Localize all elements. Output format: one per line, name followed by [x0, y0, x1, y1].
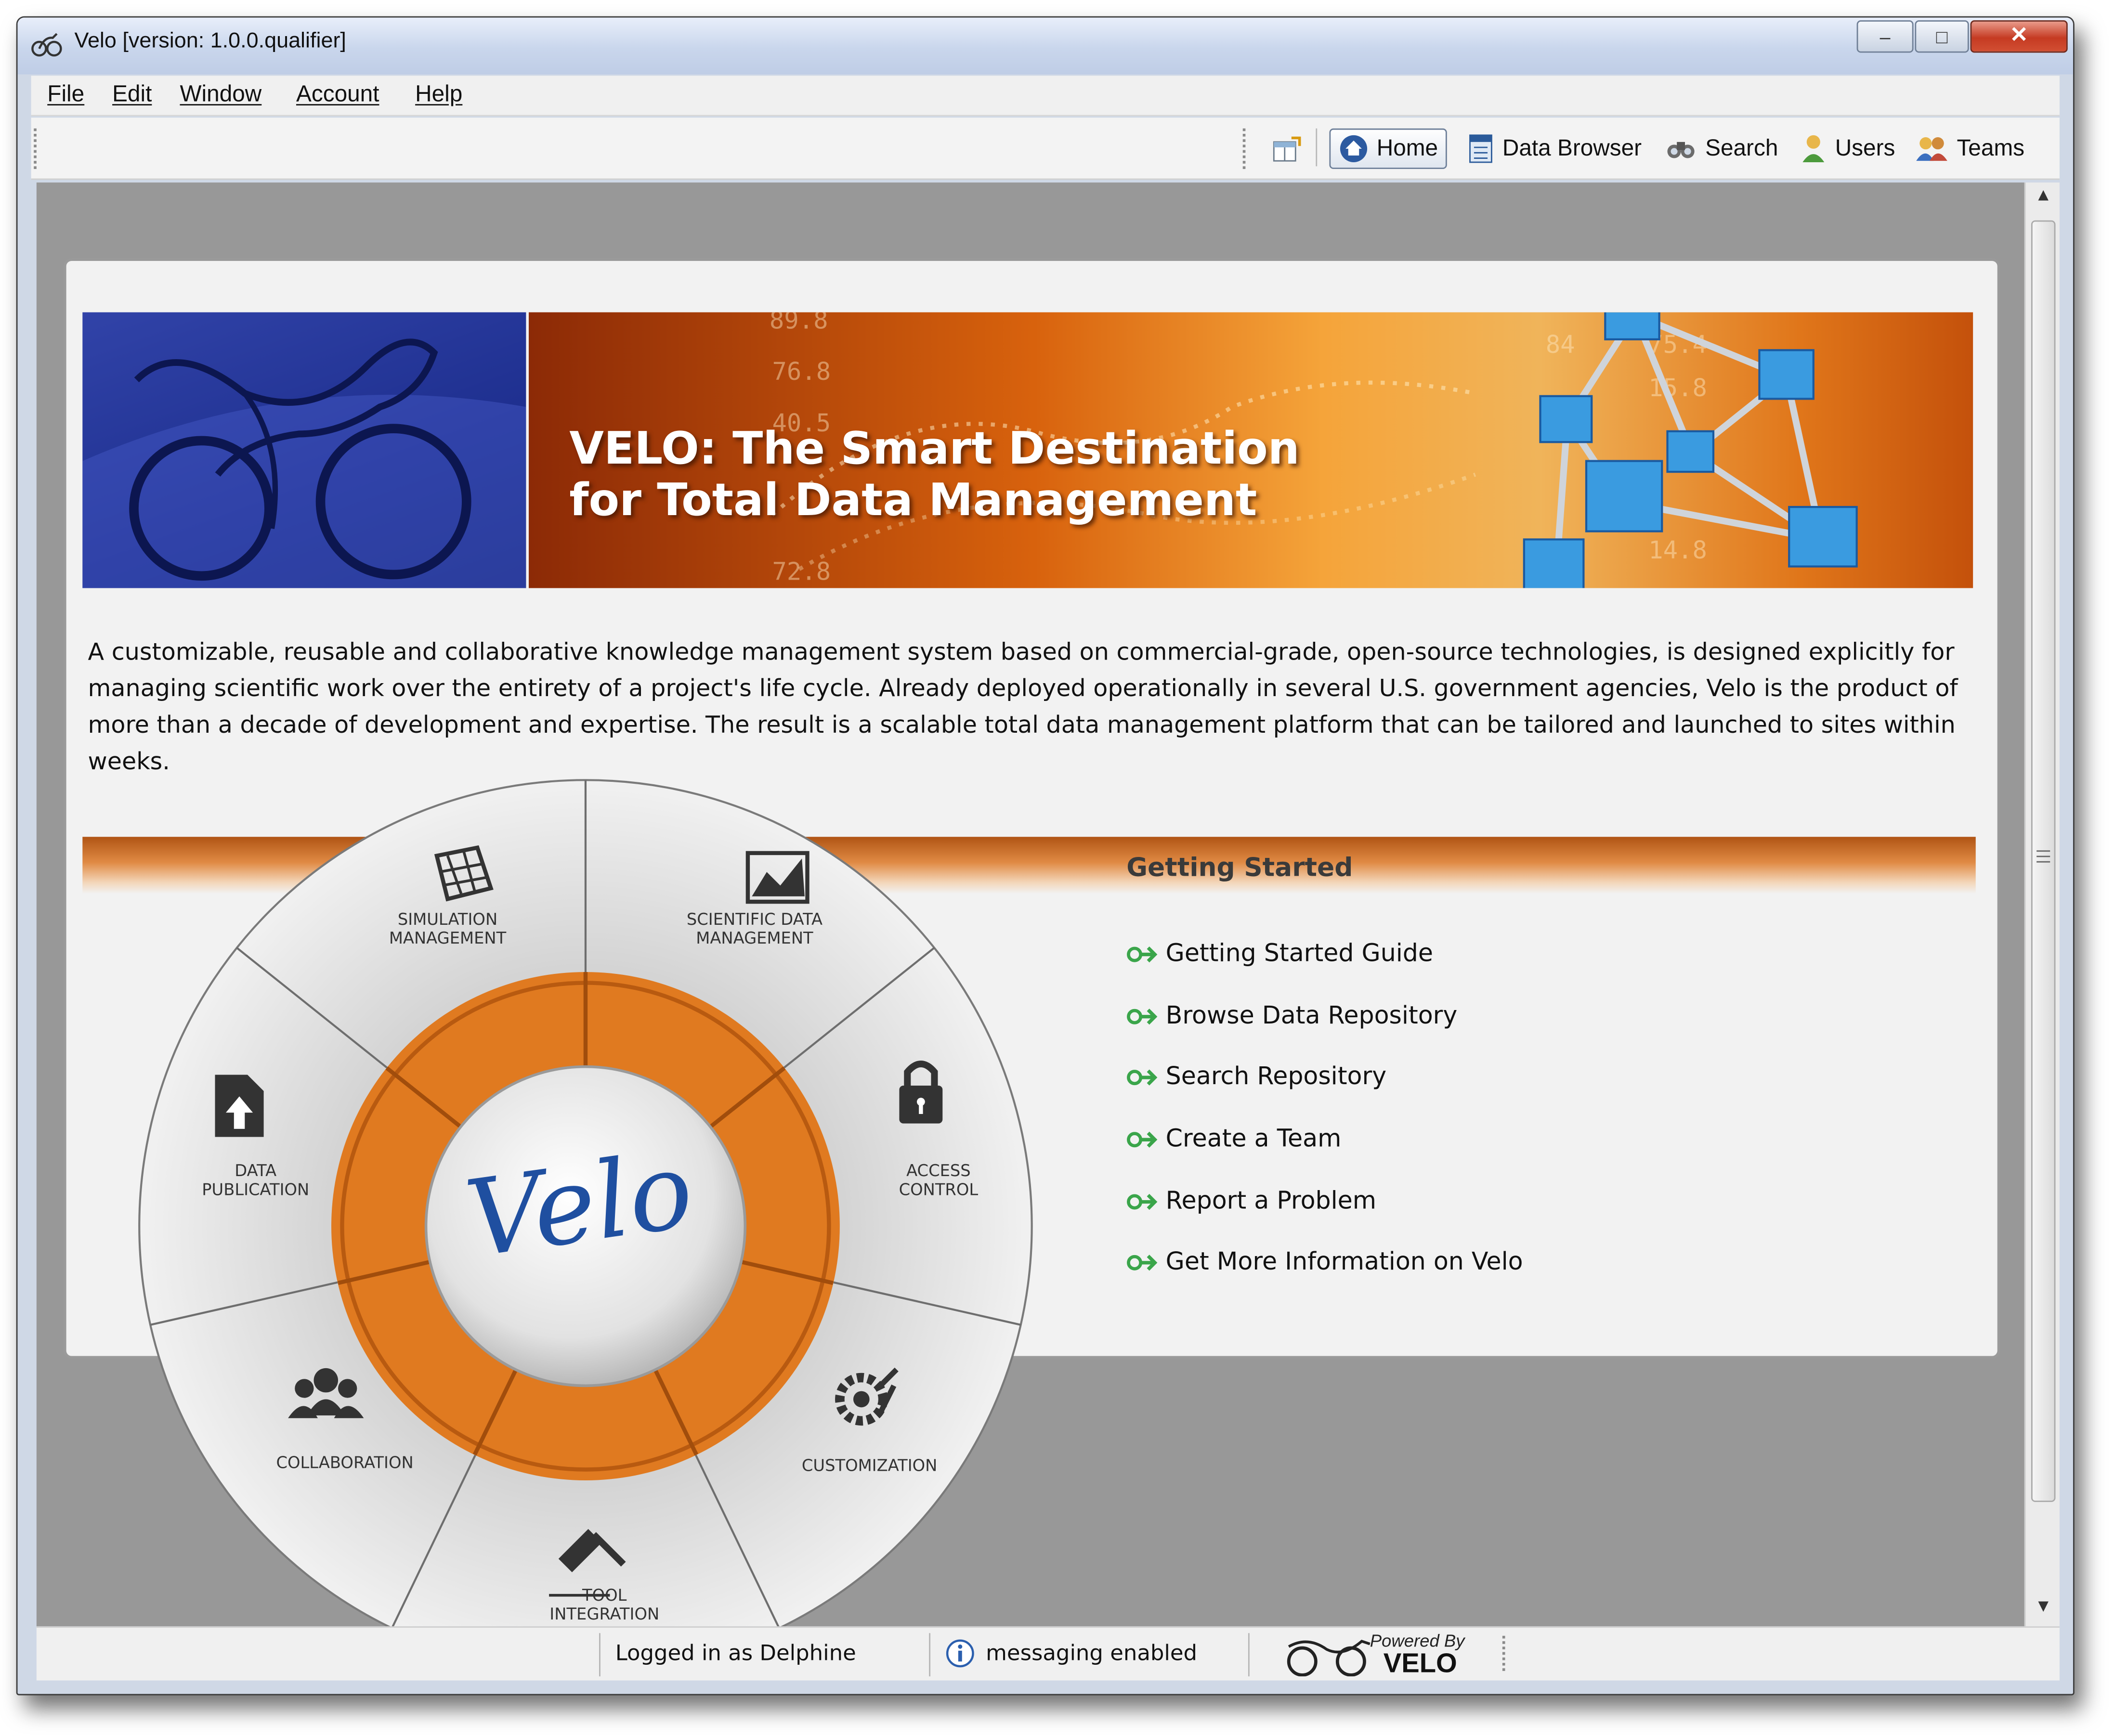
link-label: Report a Problem: [1165, 1187, 1376, 1216]
search-label: Search: [1705, 135, 1778, 161]
green-arrow-icon: [1127, 946, 1158, 962]
link-label: Create a Team: [1165, 1125, 1342, 1153]
menu-help[interactable]: Help: [415, 81, 462, 108]
segment-scientific-data-management[interactable]: SCIENTIFIC DATA MANAGEMENT: [687, 910, 822, 948]
status-grip[interactable]: [1502, 1635, 1506, 1671]
teams-button[interactable]: Teams: [1916, 129, 2024, 169]
data-browser-button[interactable]: Data Browser: [1467, 129, 1642, 169]
menu-account[interactable]: Account: [296, 81, 379, 108]
segment-label-line: COLLABORATION: [276, 1453, 414, 1473]
link-getting-started-guide[interactable]: Getting Started Guide: [1126, 940, 1433, 968]
segment-collaboration[interactable]: COLLABORATION: [276, 1453, 413, 1472]
team-icon: [1916, 137, 1947, 161]
home-view: 89.8 76.8 40.5 84 75.4 15.8 72.8 14.8 VE…: [36, 182, 2024, 1627]
status-separator: [929, 1633, 931, 1677]
search-button[interactable]: Search: [1665, 129, 1778, 169]
menu-bar: File Edit Window Account Help: [31, 76, 2060, 117]
green-arrow-icon: [1127, 1131, 1158, 1147]
feature-wheel: Velo SIMULATION MANAGEMENT SCIENTIFIC DA…: [137, 777, 1035, 1627]
link-create-a-team[interactable]: Create a Team: [1126, 1125, 1341, 1153]
users-button[interactable]: Users: [1800, 129, 1895, 169]
toolbar-grip-right[interactable]: [1242, 128, 1247, 169]
link-more-information[interactable]: Get More Information on Velo: [1126, 1248, 1523, 1276]
login-status: Logged in as Delphine: [615, 1640, 856, 1666]
home-label: Home: [1376, 135, 1438, 161]
status-separator: [599, 1633, 601, 1677]
minimize-button[interactable]: –: [1856, 20, 1914, 53]
link-label: Search Repository: [1165, 1062, 1387, 1091]
segment-label-line: INTEGRATION: [549, 1605, 660, 1624]
status-bar: Logged in as Delphine messaging enabled …: [36, 1626, 2060, 1681]
binoculars-icon: [1667, 142, 1695, 158]
segment-label-line: TOOL: [582, 1585, 627, 1605]
green-arrow-icon: [1127, 1254, 1158, 1270]
banner-graphic: 89.8 76.8 40.5 84 75.4 15.8 72.8 14.8 VE…: [528, 312, 1973, 588]
segment-label-line: ACCESS: [906, 1161, 971, 1180]
segment-label-line: PUBLICATION: [202, 1180, 310, 1199]
maximize-button[interactable]: □: [1915, 20, 1969, 53]
hero-banner: 89.8 76.8 40.5 84 75.4 15.8 72.8 14.8 VE…: [82, 312, 1973, 588]
segment-label-line: CONTROL: [899, 1180, 979, 1199]
velo-app-icon: [31, 33, 62, 57]
getting-started-title: Getting Started: [1126, 853, 1353, 883]
open-perspective-icon[interactable]: [1273, 136, 1303, 164]
segment-tool-integration[interactable]: TOOL INTEGRATION: [549, 1586, 659, 1624]
info-icon: [946, 1639, 974, 1668]
menu-window[interactable]: Window: [180, 81, 261, 108]
segment-label-line: DATA: [235, 1161, 277, 1180]
document-upload-icon: [215, 1075, 264, 1137]
link-label: Getting Started Guide: [1165, 939, 1433, 968]
green-arrow-icon: [1127, 1008, 1158, 1024]
data-browser-icon: [1469, 134, 1492, 163]
user-icon: [1802, 135, 1825, 162]
link-search-repository[interactable]: Search Repository: [1126, 1062, 1386, 1091]
powered-by-text: Powered By: [1370, 1630, 1465, 1651]
velo-cyclist-small-icon: [1287, 1639, 1371, 1677]
velo-cyclist-logo: [82, 312, 526, 588]
home-button[interactable]: Home: [1329, 128, 1448, 169]
menu-file[interactable]: File: [47, 81, 84, 108]
product-description: A customizable, reusable and collaborati…: [88, 639, 1958, 776]
powered-by-velo-logo: Powered By VELO: [1280, 1631, 1483, 1679]
status-separator: [1248, 1633, 1250, 1677]
segment-label-line: SIMULATION: [397, 909, 498, 929]
link-browse-data-repository[interactable]: Browse Data Repository: [1126, 1002, 1457, 1030]
segment-customization[interactable]: CUSTOMIZATION: [802, 1456, 938, 1475]
segment-label-line: MANAGEMENT: [696, 929, 813, 948]
toolbar: Home Data Browser Search Users Teams: [31, 117, 2060, 180]
window-title: Velo [version: 1.0.0.qualifier]: [74, 29, 346, 53]
powered-velo-text: VELO: [1383, 1649, 1457, 1679]
segment-label-line: CUSTOMIZATION: [801, 1456, 938, 1475]
link-report-a-problem[interactable]: Report a Problem: [1126, 1187, 1376, 1216]
close-button[interactable]: ✕: [1970, 20, 2068, 53]
segment-simulation-management[interactable]: SIMULATION MANAGEMENT: [389, 910, 506, 948]
scroll-up-arrow[interactable]: ▲: [2026, 188, 2061, 203]
menu-edit[interactable]: Edit: [112, 81, 152, 108]
users-label: Users: [1835, 135, 1895, 161]
title-bar[interactable]: Velo [version: 1.0.0.qualifier] – □ ✕: [17, 17, 2073, 75]
app-window: Velo [version: 1.0.0.qualifier] – □ ✕ Fi…: [16, 16, 2075, 1696]
segment-data-publication[interactable]: DATA PUBLICATION: [202, 1161, 309, 1199]
banner-title-line: VELO: The Smart Destination: [569, 422, 1300, 475]
home-icon: [1340, 135, 1368, 162]
toolbar-separator: [1316, 128, 1318, 167]
segment-access-control[interactable]: ACCESS CONTROL: [899, 1161, 979, 1199]
link-label: Browse Data Repository: [1165, 1001, 1458, 1030]
scroll-down-arrow[interactable]: ▼: [2026, 1599, 2061, 1614]
vertical-scrollbar[interactable]: ▲ ▼: [2024, 182, 2061, 1627]
banner-title-line: for Total Data Management: [569, 473, 1257, 526]
link-label: Get More Information on Velo: [1165, 1247, 1523, 1276]
green-arrow-icon: [1127, 1069, 1158, 1085]
banner-title: VELO: The Smart Destination for Total Da…: [569, 423, 1300, 526]
segment-label-line: MANAGEMENT: [389, 929, 507, 948]
toolbar-grip[interactable]: [34, 128, 38, 169]
segment-label-line: SCIENTIFIC DATA: [686, 909, 823, 929]
scroll-thumb-grip: [2037, 850, 2050, 863]
teams-label: Teams: [1957, 135, 2025, 161]
green-arrow-icon: [1127, 1193, 1158, 1209]
data-browser-label: Data Browser: [1502, 135, 1642, 161]
messaging-status: messaging enabled: [986, 1640, 1198, 1666]
